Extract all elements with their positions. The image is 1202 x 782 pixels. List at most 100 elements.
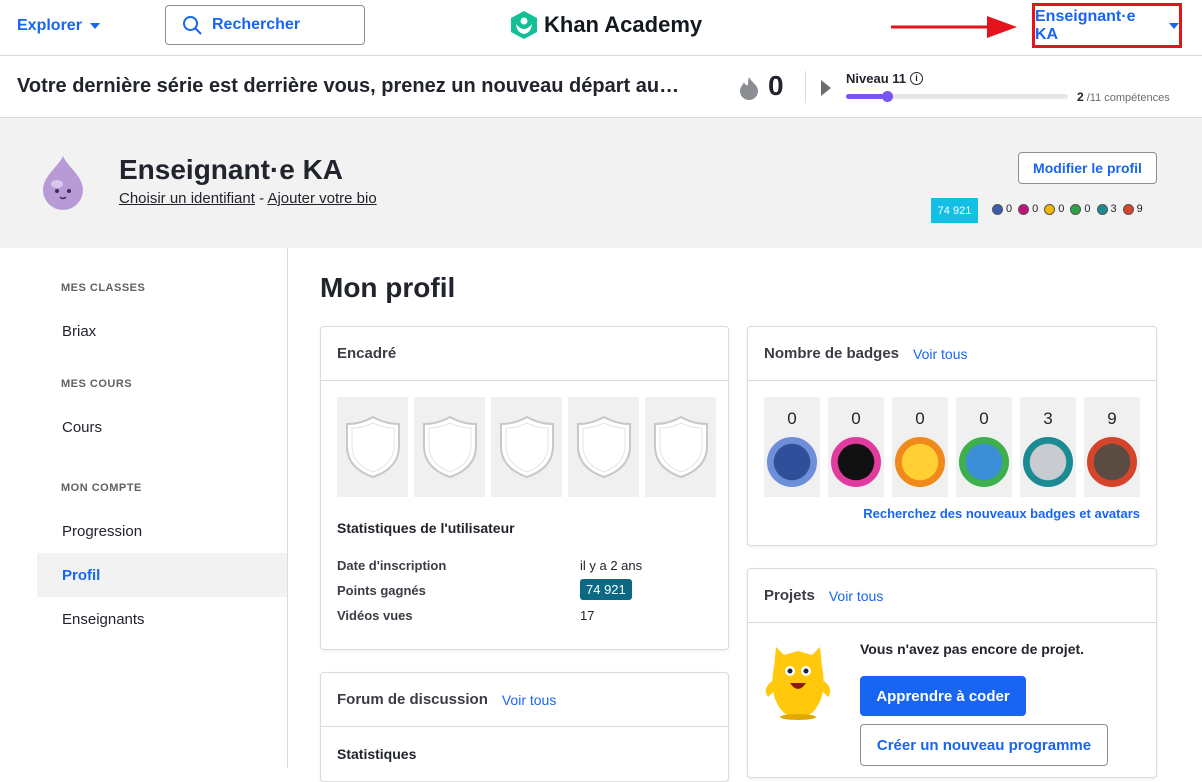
badge-count: 0: [979, 409, 989, 428]
meteorite-badge-icon: [767, 437, 817, 487]
mini-badge-count: 0: [1058, 203, 1065, 215]
mini-badge-count: 9: [1136, 203, 1143, 215]
badge-counts: 0 0 0 0 3 9: [764, 397, 1140, 497]
badge-category[interactable]: 0: [764, 397, 820, 497]
encadre-header: Encadré: [321, 327, 728, 381]
top-nav: Explorer Rechercher Khan Academy Enseign…: [0, 0, 1202, 56]
projects-card: Projets Voir tous Vous n'avez pas encore…: [747, 568, 1157, 778]
section-my-courses: MES COURS: [61, 378, 133, 390]
badge-count: 3: [1043, 409, 1053, 428]
no-project-text: Vous n'avez pas encore de projet.: [860, 641, 1085, 657]
chevron-down-icon: [89, 23, 100, 29]
forum-title: Forum de discussion: [337, 691, 488, 708]
user-stats-title: Statistiques de l'utilisateur: [337, 520, 515, 536]
shield-icon: [422, 415, 477, 479]
mini-badge-icon: [1018, 203, 1030, 215]
empty-badge-slot[interactable]: [568, 397, 639, 497]
badge-category[interactable]: 9: [1084, 397, 1140, 497]
rock-badge-icon: [1087, 437, 1137, 487]
mini-badge-count: 0: [1032, 203, 1039, 215]
mini-badge-icon: [1122, 203, 1134, 215]
shield-slots: [337, 397, 716, 497]
skills-count: 2 /11 compétences: [1077, 90, 1170, 104]
encadre-title: Encadré: [337, 345, 397, 362]
forum-see-all-link[interactable]: Voir tous: [502, 692, 556, 708]
skills-total: /11 compétences: [1083, 92, 1170, 104]
badge-category[interactable]: 0: [828, 397, 884, 497]
stat-value: il y a 2 ans: [580, 558, 643, 573]
empty-badge-slot[interactable]: [491, 397, 562, 497]
forum-card: Forum de discussion Voir tous Statistiqu…: [320, 672, 729, 782]
points-badge: 74 921: [931, 198, 978, 223]
sidebar-item-briax[interactable]: Briax: [37, 309, 287, 353]
projects-title: Projets: [764, 587, 815, 604]
khan-academy-logo[interactable]: Khan Academy: [510, 10, 702, 40]
badge-category[interactable]: 3: [1020, 397, 1076, 497]
streak-message: Votre dernière série est derrière vous, …: [17, 75, 680, 97]
projects-header: Projets Voir tous: [748, 569, 1156, 623]
avatar[interactable]: [37, 154, 89, 210]
divider: [805, 71, 806, 103]
khan-logo-icon: [511, 11, 537, 39]
info-icon[interactable]: i: [910, 72, 923, 85]
badge-count: 0: [787, 409, 797, 428]
shield-icon: [499, 415, 554, 479]
stat-label: Date d'inscription: [337, 558, 447, 573]
badge-category[interactable]: 0: [956, 397, 1012, 497]
explorer-menu[interactable]: Explorer: [17, 17, 100, 35]
profile-header: Enseignant·e KA Choisir un identifiant -…: [0, 118, 1202, 248]
add-bio-link[interactable]: Ajouter votre bio: [267, 190, 376, 207]
logo-text: Khan Academy: [544, 12, 703, 37]
empty-badge-slot[interactable]: [337, 397, 408, 497]
new-program-button[interactable]: Créer un nouveau programme: [860, 724, 1108, 766]
sidebar-item-progress[interactable]: Progression: [37, 509, 287, 553]
badge-category[interactable]: 0: [892, 397, 948, 497]
streak-bar: Votre dernière série est derrière vous, …: [0, 56, 1202, 118]
mini-badge-icon: [1096, 203, 1108, 215]
streak-count: 0: [768, 70, 784, 101]
find-badges-link[interactable]: Recherchez des nouveaux badges et avatar…: [863, 506, 1140, 521]
badges-title: Nombre de badges: [764, 345, 900, 362]
empty-badge-slot[interactable]: [645, 397, 716, 497]
shield-icon: [576, 415, 631, 479]
badges-card: Nombre de badges Voir tous 0 0 0 0 3 9 Recher…: [747, 326, 1157, 546]
moon-badge-icon: [1023, 437, 1073, 487]
section-my-account: MON COMPTE: [61, 482, 142, 494]
sun-badge-icon: [895, 437, 945, 487]
level-label: Niveau 11 i: [846, 71, 923, 86]
badges-header: Nombre de badges Voir tous: [748, 327, 1156, 381]
sidebar-item-courses[interactable]: Cours: [37, 405, 287, 449]
level-progress-bar: [846, 91, 1068, 102]
mini-badge-icon: [992, 203, 1003, 215]
mini-badge-icon: [1070, 203, 1082, 215]
flame-icon: [740, 77, 758, 100]
badge-count: 0: [851, 409, 861, 428]
sidebar-item-profile[interactable]: Profil: [37, 553, 287, 597]
edit-profile-button[interactable]: Modifier le profil: [1018, 152, 1157, 184]
explorer-label: Explorer: [17, 17, 82, 34]
search-button[interactable]: Rechercher: [165, 5, 365, 45]
forum-stats-title: Statistiques: [337, 746, 417, 762]
black-hole-badge-icon: [831, 437, 881, 487]
projects-see-all-link[interactable]: Voir tous: [829, 588, 883, 604]
mini-badge-icon: [1044, 203, 1056, 215]
stat-value: 17: [580, 608, 595, 623]
encadre-card: Encadré Statistiques de l'utilisateur Da…: [320, 326, 729, 650]
skills-done: 2: [1077, 90, 1084, 104]
learn-to-code-button[interactable]: Apprendre à coder: [860, 676, 1026, 716]
mini-badge-summary: 0 0 0 0 3 9: [992, 203, 1146, 215]
empty-badge-slot[interactable]: [414, 397, 485, 497]
badge-count: 0: [915, 409, 925, 428]
user-menu[interactable]: Enseignant·e KA: [1032, 3, 1182, 48]
play-icon[interactable]: [821, 80, 831, 96]
forum-header: Forum de discussion Voir tous: [321, 673, 728, 727]
choose-id-link[interactable]: Choisir un identifiant: [119, 190, 255, 207]
level-text: Niveau 11: [846, 71, 906, 86]
mini-badge-count: 0: [1084, 203, 1091, 215]
section-my-classes: MES CLASSES: [61, 282, 146, 294]
shield-icon: [653, 415, 708, 479]
hopper-mascot-image: [765, 647, 831, 720]
shield-icon: [345, 415, 400, 479]
badges-see-all-link[interactable]: Voir tous: [913, 346, 967, 362]
sidebar-item-teachers[interactable]: Enseignants: [37, 597, 287, 641]
